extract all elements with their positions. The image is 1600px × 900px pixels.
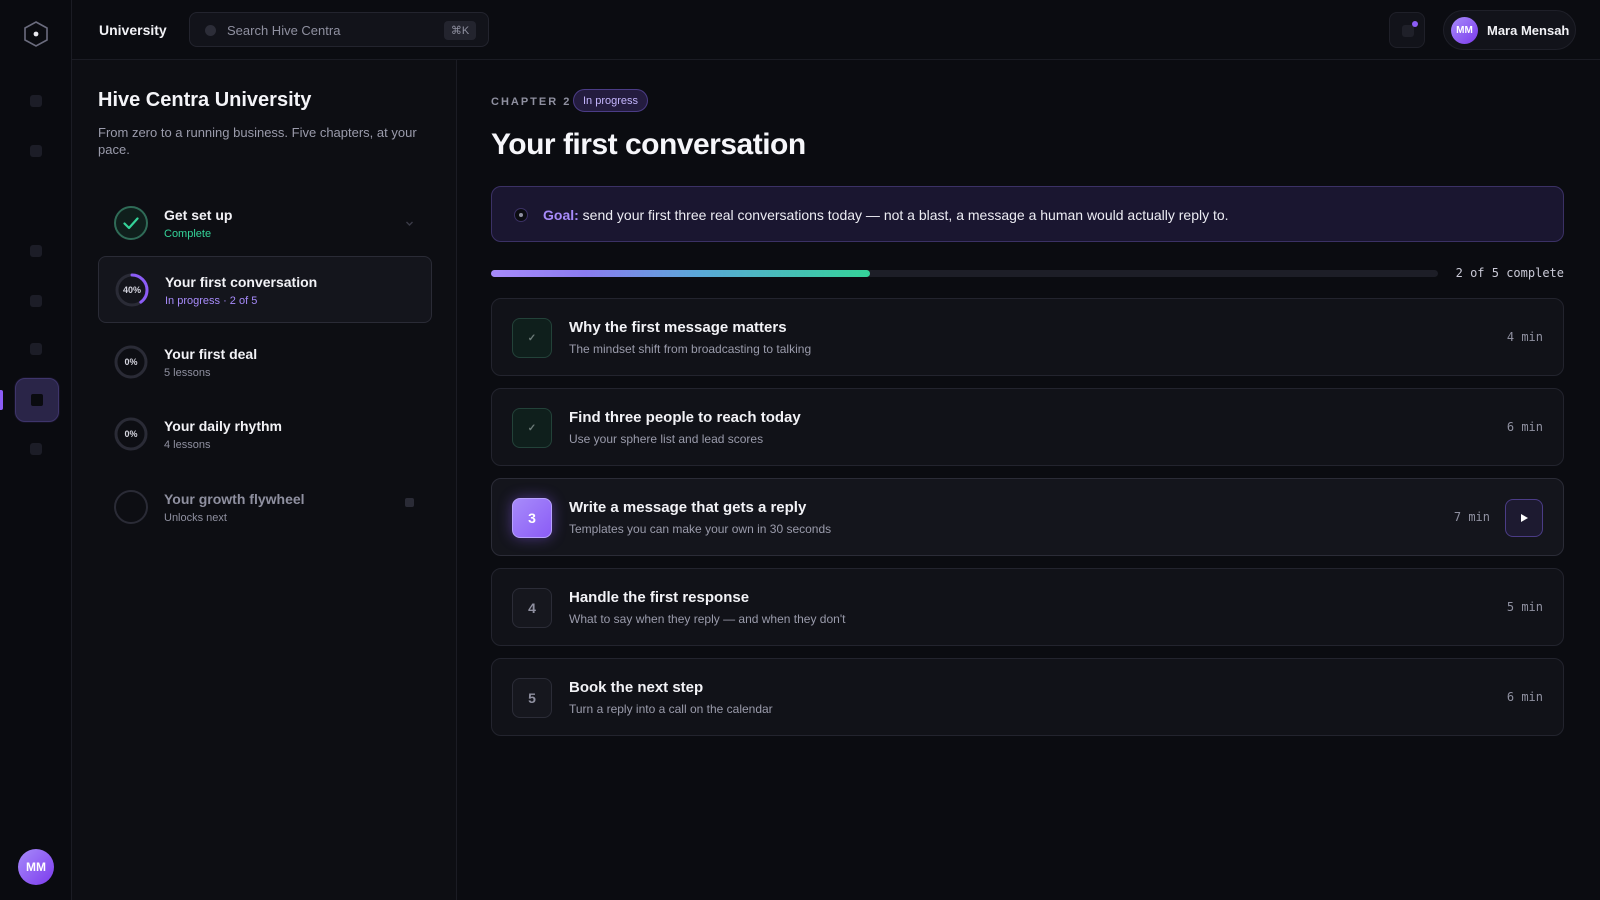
icon-rail: MM (0, 0, 72, 900)
chapter-item-your-first-conversation[interactable]: 40% Your first conversation In progress … (98, 256, 432, 323)
play-icon (1521, 514, 1528, 522)
progress-ring: 0% (113, 416, 149, 452)
search-icon (205, 25, 216, 36)
goal-banner: Goal: send your first three real convers… (491, 186, 1564, 242)
lesson-item-3[interactable]: 3 Write a message that gets a reply Temp… (491, 478, 1564, 556)
chapter-number: CHAPTER 2 (491, 96, 572, 108)
nav-messages-icon[interactable] (27, 242, 45, 260)
lesson-title: Handle the first response (569, 589, 750, 606)
progress-percent: 0% (124, 357, 138, 367)
lesson-subtitle: Turn a reply into a call on the calendar (569, 702, 773, 716)
rail-avatar[interactable]: MM (18, 849, 54, 885)
lesson-title: Book the next step (569, 679, 704, 696)
lesson-title: Find three people to reach today (569, 409, 801, 426)
nav-calendar-icon[interactable] (27, 340, 45, 358)
lock-icon (405, 498, 414, 507)
sidebar-title: Hive Centra University (98, 89, 312, 111)
hive-logo-icon[interactable] (22, 20, 50, 48)
progress-ring: 0% (113, 344, 149, 380)
chapter-status: 4 lessons (164, 439, 211, 451)
lesson-number: 3 (512, 498, 552, 538)
search-input[interactable] (227, 19, 437, 41)
chapter-title: Your first conversation (165, 274, 318, 290)
lesson-item-2[interactable]: ✓ Find three people to reach today Use y… (491, 388, 1564, 466)
goal-text: Goal: send your first three real convers… (543, 207, 1229, 223)
profile-menu[interactable]: MM Mara Mensah (1443, 10, 1576, 50)
top-bar: University ⌘K MM Mara Mensah (72, 0, 1600, 60)
search-shortcut-badge: ⌘K (444, 21, 476, 40)
chapter-item-your-daily-rhythm[interactable]: 0% Your daily rhythm 4 lessons (98, 401, 432, 468)
lesson-item-4[interactable]: 4 Handle the first response What to say … (491, 568, 1564, 646)
lesson-item-1[interactable]: ✓ Why the first message matters The mind… (491, 298, 1564, 376)
lesson-duration: 5 min (1506, 600, 1543, 614)
progress-label: 2 of 5 complete (1455, 266, 1564, 280)
nav-dashboard-icon[interactable] (27, 92, 45, 110)
chapter-status: In progress · 2 of 5 (165, 295, 258, 307)
check-circle-icon (113, 205, 149, 241)
progress-ring: 40% (114, 272, 150, 308)
chapter-status: Unlocks next (164, 512, 227, 524)
nav-settings-icon[interactable] (27, 440, 45, 458)
lesson-subtitle: What to say when they reply — and when t… (569, 612, 846, 626)
lesson-item-5[interactable]: 5 Book the next step Turn a reply into a… (491, 658, 1564, 736)
lesson-duration: 7 min (1453, 510, 1490, 524)
play-button[interactable] (1505, 499, 1543, 537)
lesson-subtitle: The mindset shift from broadcasting to t… (569, 342, 812, 356)
lesson-title: Why the first message matters (569, 319, 787, 336)
progress-bar (491, 270, 1438, 277)
chapter-item-your-growth-flywheel: Your growth flywheel Unlocks next (98, 474, 432, 541)
nav-active-indicator (0, 390, 3, 410)
target-icon (514, 208, 528, 222)
check-icon: ✓ (512, 318, 552, 358)
sidebar-subtitle: From zero to a running business. Five ch… (98, 125, 417, 157)
chapter-item-your-first-deal[interactable]: 0% Your first deal 5 lessons (98, 329, 432, 396)
search-box[interactable]: ⌘K (189, 12, 489, 47)
check-icon: ✓ (512, 408, 552, 448)
progress-percent: 40% (122, 285, 141, 295)
progress-percent: 0% (124, 429, 138, 439)
chapter-item-get-set-up[interactable]: Get set up Complete (98, 190, 432, 257)
lesson-subtitle: Templates you can make your own in 30 se… (569, 522, 832, 536)
chevron-down-icon (405, 215, 414, 226)
chapter-status: Complete (164, 228, 212, 240)
chapter-title: Your first deal (164, 346, 258, 362)
bell-icon (1402, 25, 1414, 37)
avatar: MM (1451, 17, 1478, 44)
chapter-title: Your daily rhythm (164, 418, 282, 434)
goal-description: send your first three real conversations… (578, 207, 1229, 223)
lesson-duration: 6 min (1506, 690, 1543, 704)
chapter-title: Get set up (164, 207, 233, 223)
user-name: Mara Mensah (1487, 23, 1570, 38)
nav-deals-icon[interactable] (27, 292, 45, 310)
chapter-title: Your growth flywheel (164, 491, 305, 507)
progress-fill (491, 270, 870, 277)
goal-label: Goal: (543, 207, 579, 223)
lesson-number: 5 (512, 678, 552, 718)
lesson-duration: 6 min (1506, 420, 1543, 434)
chapter-status: 5 lessons (164, 367, 211, 379)
lesson-number: 4 (512, 588, 552, 628)
status-badge: In progress (573, 89, 649, 112)
notifications-button[interactable] (1389, 12, 1425, 48)
chapter-content: CHAPTER 2 In progress Your first convers… (491, 60, 1564, 900)
lesson-title: Write a message that gets a reply (569, 499, 807, 516)
lesson-duration: 4 min (1506, 330, 1543, 344)
lesson-subtitle: Use your sphere list and lead scores (569, 432, 764, 446)
empty-ring-icon (113, 489, 149, 525)
nav-university-icon[interactable] (15, 378, 59, 422)
chapter-sidebar: Hive Centra University From zero to a ru… (72, 60, 457, 900)
breadcrumb[interactable]: University (99, 22, 167, 38)
notification-dot (1412, 21, 1418, 27)
nav-contacts-icon[interactable] (27, 142, 45, 160)
page-title: Your first conversation (491, 128, 806, 161)
